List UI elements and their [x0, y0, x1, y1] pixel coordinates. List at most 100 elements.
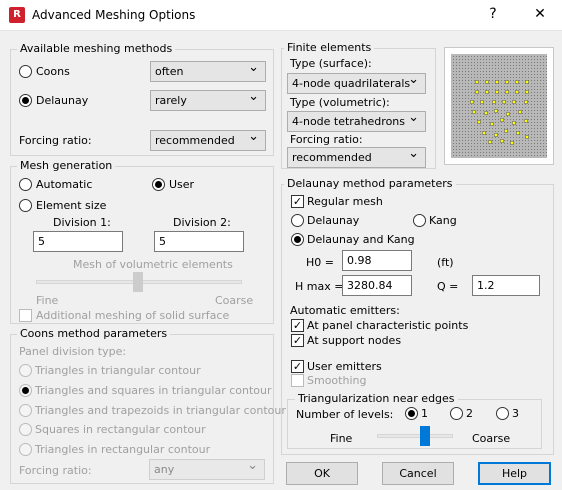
- automatic-radio[interactable]: [19, 178, 32, 191]
- coons-forcing-select[interactable]: any: [149, 458, 265, 480]
- cancel-button[interactable]: Cancel: [382, 462, 454, 485]
- levels-label: Number of levels:: [296, 408, 394, 421]
- mesh-node: [515, 90, 519, 94]
- kang-label: Kang: [429, 214, 457, 227]
- mesh-node: [485, 90, 489, 94]
- user-radio[interactable]: [152, 178, 165, 191]
- close-icon[interactable]: ✕: [530, 6, 550, 22]
- panel-points-label: At panel characteristic points: [307, 319, 469, 332]
- delaunay-label: Delaunay: [36, 94, 89, 107]
- user-emitters-label: User emitters: [307, 360, 382, 373]
- division2-label: Division 2:: [173, 216, 231, 229]
- mesh-node: [505, 80, 509, 84]
- coons-option-2-radio[interactable]: [19, 384, 32, 397]
- additional-meshing-label: Additional meshing of solid surface: [36, 309, 230, 322]
- h0-label: H0 =: [306, 256, 334, 269]
- level-1-label: 1: [421, 407, 428, 420]
- mesh-node: [484, 111, 488, 115]
- help-icon[interactable]: ?: [483, 6, 503, 22]
- mesh-node: [485, 80, 489, 84]
- level-2-label: 2: [466, 407, 473, 420]
- coons-option-5-radio[interactable]: [19, 443, 32, 456]
- fe-forcing-select[interactable]: recommended: [287, 146, 426, 168]
- help-button[interactable]: Help: [478, 462, 551, 485]
- forcing-ratio-select[interactable]: recommended: [150, 129, 266, 151]
- mesh-node: [470, 100, 474, 104]
- coons-radio[interactable]: [19, 65, 32, 78]
- volumetric-coarse-label: Coarse: [215, 294, 254, 307]
- delaunay-method-label: Delaunay: [307, 214, 360, 227]
- edge-slider-thumb[interactable]: [419, 426, 430, 446]
- level-1-radio[interactable]: [405, 407, 418, 420]
- division2-input[interactable]: 5: [154, 231, 244, 252]
- coons-option-4-label: Squares in rectangular contour: [35, 423, 206, 436]
- fe-forcing-label: Forcing ratio:: [290, 133, 363, 146]
- mesh-node: [516, 131, 520, 135]
- support-nodes-checkbox[interactable]: ✓: [291, 334, 304, 347]
- hmax-input[interactable]: 3280.84: [342, 275, 412, 296]
- user-emitters-checkbox[interactable]: ✓: [291, 360, 304, 373]
- mesh-node: [488, 140, 492, 144]
- automatic-label: Automatic: [36, 178, 93, 191]
- coons-option-1-radio[interactable]: [19, 364, 32, 377]
- mesh-node: [524, 119, 528, 123]
- element-size-radio[interactable]: [19, 199, 32, 212]
- mesh-node: [504, 129, 508, 133]
- surface-type-label: Type (surface):: [290, 57, 372, 70]
- delaunay-kang-label: Delaunay and Kang: [307, 233, 415, 246]
- mesh-node: [494, 133, 498, 137]
- delaunay-kang-radio[interactable]: [291, 233, 304, 246]
- delaunay-radio[interactable]: [19, 94, 32, 107]
- mesh-node: [475, 80, 479, 84]
- volumetric-fine-label: Fine: [36, 294, 59, 307]
- panel-division-label: Panel division type:: [19, 345, 127, 358]
- window-title: Advanced Meshing Options: [32, 8, 196, 22]
- h0-input[interactable]: 0.98: [342, 250, 412, 271]
- mesh-node: [525, 135, 529, 139]
- kang-radio[interactable]: [413, 214, 426, 227]
- mesh-node: [515, 80, 519, 84]
- edge-slider-track[interactable]: [377, 434, 453, 438]
- app-icon: R: [9, 7, 25, 23]
- user-label: User: [169, 178, 195, 191]
- mesh-node: [505, 90, 509, 94]
- mesh-node: [502, 100, 506, 104]
- coons-option-5-label: Triangles in rectangular contour: [35, 443, 211, 456]
- finite-elements-title: Finite elements: [284, 41, 375, 54]
- h0-unit-label: (ft): [437, 256, 454, 269]
- mesh-node: [525, 90, 529, 94]
- delaunay-method-radio[interactable]: [291, 214, 304, 227]
- edge-coarse-label: Coarse: [472, 432, 511, 445]
- division1-input[interactable]: 5: [33, 231, 123, 252]
- mesh-node: [500, 139, 504, 143]
- mesh-node: [472, 110, 476, 114]
- mesh-node: [506, 112, 510, 116]
- coons-params-title: Coons method parameters: [17, 327, 171, 340]
- mesh-node: [500, 118, 504, 122]
- mesh-node: [492, 100, 496, 104]
- coons-option-3-radio[interactable]: [19, 404, 32, 417]
- mesh-node: [495, 90, 499, 94]
- mesh-node: [525, 80, 529, 84]
- volumetric-type-select[interactable]: 4-node tetrahedrons: [287, 110, 426, 132]
- hmax-label: H max =: [295, 280, 344, 293]
- q-input[interactable]: 1.2: [472, 275, 540, 296]
- smoothing-checkbox[interactable]: [291, 374, 304, 387]
- coons-option-4-radio[interactable]: [19, 423, 32, 436]
- level-2-radio[interactable]: [450, 407, 463, 420]
- regular-mesh-label: Regular mesh: [307, 195, 383, 208]
- coons-label: Coons: [36, 65, 70, 78]
- auto-emitters-label: Automatic emitters:: [290, 304, 400, 317]
- additional-meshing-checkbox[interactable]: [19, 309, 32, 322]
- panel-points-checkbox[interactable]: ✓: [291, 319, 304, 332]
- surface-type-select[interactable]: 4-node quadrilaterals: [287, 72, 426, 94]
- regular-mesh-checkbox[interactable]: ✓: [291, 195, 304, 208]
- level-3-radio[interactable]: [496, 407, 509, 420]
- mesh-node: [495, 80, 499, 84]
- volumetric-slider-thumb[interactable]: [133, 272, 143, 292]
- coons-frequency-select[interactable]: often: [150, 60, 266, 82]
- coons-option-2-label: Triangles and squares in triangular cont…: [35, 384, 272, 397]
- delaunay-frequency-select[interactable]: rarely: [150, 89, 266, 111]
- ok-button[interactable]: OK: [286, 462, 358, 485]
- mesh-node: [475, 90, 479, 94]
